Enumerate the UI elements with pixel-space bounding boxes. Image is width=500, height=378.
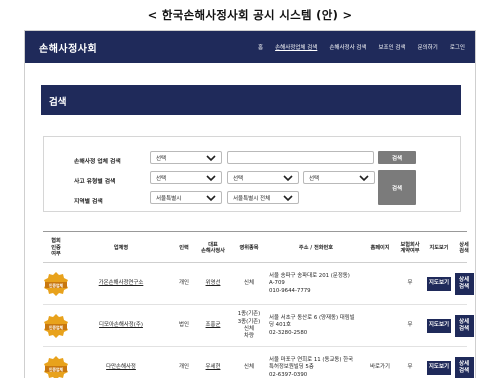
representative-link[interactable]: 조홍균 — [206, 322, 221, 329]
table-row: 인증업체 디모아손해사정(주) 법인 조홍균 1종(기존) 3종(기존) 신체 … — [43, 305, 474, 347]
badge-text: 인증업체 — [49, 325, 63, 330]
region-select-2[interactable]: 서울특별시 전체 — [227, 191, 299, 204]
select-value: 선택 — [309, 175, 320, 182]
chevron-down-icon — [206, 174, 216, 181]
browser-frame: 손해사정사회 홈 손해사정업체 검색 손해사정사 검색 보조인 검색 문의하기 … — [24, 30, 476, 378]
select-value: 서울특별시 — [156, 195, 182, 202]
representative-link[interactable]: 위영선 — [206, 280, 221, 287]
select-value: 서울특별시 전체 — [233, 195, 271, 202]
select-value: 선택 — [156, 175, 167, 182]
company-search-select[interactable]: 선택 — [150, 151, 222, 164]
detail-button[interactable]: 상세 검색 — [454, 315, 474, 337]
chevron-down-icon — [359, 174, 369, 181]
nav-contact[interactable]: 문의하기 — [418, 43, 438, 51]
col-staff: 인력 — [179, 244, 189, 251]
top-navbar: 손해사정사회 홈 손해사정업체 검색 손해사정사 검색 보조인 검색 문의하기 … — [25, 31, 475, 63]
accident-type-select-2[interactable]: 선택 — [227, 171, 299, 184]
homepage-cell[interactable] — [365, 263, 395, 305]
col-contract: 보험회사 계약여부 — [400, 241, 420, 255]
address-cell: 서울 송파구 송파대로 201 (문정동) A-709 010-9644-777… — [269, 273, 350, 294]
company-name-link[interactable]: 다만손해사정 — [106, 364, 136, 371]
contract-cell: 무 — [407, 280, 413, 287]
company-search-input[interactable] — [227, 151, 374, 164]
address-cell: 서울 마포구 연희로 11 (동교동) 한국 특허정보원빌딩 5층 02-639… — [269, 357, 354, 378]
certified-badge-icon: 인증업체 — [44, 314, 68, 338]
chevron-down-icon — [206, 194, 216, 201]
brand-logo[interactable]: 손해사정사회 — [39, 40, 258, 55]
certified-badge-icon: 인증업체 — [44, 272, 68, 296]
address-cell: 서울 서초구 동산로 6 (양재동) 대림빌 딩 401호 02-3280-25… — [269, 315, 355, 336]
homepage-cell[interactable]: 바로가기 — [365, 347, 395, 378]
main-nav: 홈 손해사정업체 검색 손해사정사 검색 보조인 검색 문의하기 로그인 — [258, 43, 465, 51]
col-scope: 영위종목 — [239, 244, 259, 251]
detail-button[interactable]: 상세 검색 — [454, 357, 474, 378]
homepage-cell[interactable] — [365, 305, 395, 347]
company-name-link[interactable]: 디모아손해사정(주) — [99, 322, 143, 329]
table-row: 인증업체 가온손해사정연구소 개인 위영선 신체 서울 송파구 송파대로 201… — [43, 263, 474, 305]
nav-company-search[interactable]: 손해사정업체 검색 — [275, 43, 317, 51]
results-table: 협회 인증 여부 업체명 인력 대표 손해사정사 영위종목 주소 / 전화번호 … — [43, 231, 474, 378]
accident-type-select-3[interactable]: 선택 — [303, 171, 375, 184]
nav-adjuster-search[interactable]: 손해사정사 검색 — [329, 43, 366, 51]
search-panel: 손해사정 업체 검색 선택 검색 사고 유형별 검색 선택 선택 선택 지역별 … — [43, 136, 461, 212]
region-select-1[interactable]: 서울특별시 — [150, 191, 222, 204]
select-value: 선택 — [156, 155, 167, 162]
staff-cell: 개인 — [179, 280, 189, 287]
contract-cell: 무 — [407, 322, 413, 329]
contract-cell: 무 — [407, 364, 413, 371]
combined-search-button[interactable]: 검색 — [378, 170, 416, 205]
certified-badge-icon: 인증업체 — [44, 356, 68, 378]
col-company: 업체명 — [113, 244, 129, 251]
page-title: < 한국손해사정사회 공시 시스템 (안) > — [147, 8, 353, 22]
representative-link[interactable]: 우세현 — [206, 364, 221, 371]
col-address: 주소 / 전화번호 — [298, 244, 334, 251]
badge-text: 인증업체 — [49, 283, 63, 288]
badge-text: 인증업체 — [49, 367, 63, 372]
map-button[interactable]: 지도보기 — [427, 277, 451, 291]
col-representative: 대표 손해사정사 — [201, 241, 225, 255]
detail-button[interactable]: 상세 검색 — [454, 273, 474, 295]
map-button[interactable]: 지도보기 — [427, 361, 451, 375]
staff-cell: 개인 — [179, 364, 189, 371]
col-detail: 상세 검색 — [459, 241, 469, 255]
hero-title: 검색 — [49, 97, 67, 108]
chevron-down-icon — [283, 194, 293, 201]
company-name-link[interactable]: 가온손해사정연구소 — [99, 280, 144, 287]
scope-cell: 신체 — [244, 364, 254, 371]
nav-login[interactable]: 로그인 — [450, 43, 465, 51]
nav-home[interactable]: 홈 — [258, 43, 263, 51]
chevron-down-icon — [206, 154, 216, 161]
table-header: 협회 인증 여부 업체명 인력 대표 손해사정사 영위종목 주소 / 전화번호 … — [43, 231, 469, 263]
select-value: 선택 — [233, 175, 244, 182]
certified-cell: 인증업체 — [43, 305, 69, 347]
table-row: 인증업체 다만손해사정 개인 우세현 신체 서울 마포구 연희로 11 (동교동… — [43, 347, 474, 378]
nav-assistant-search[interactable]: 보조인 검색 — [379, 43, 406, 51]
map-button[interactable]: 지도보기 — [427, 319, 451, 333]
hero-banner: 검색 — [41, 85, 461, 115]
company-search-button[interactable]: 검색 — [378, 151, 416, 164]
staff-cell: 법인 — [179, 322, 189, 329]
scope-cell: 1종(기존) 3종(기존) 신체 차량 — [237, 311, 261, 340]
col-map: 지도보기 — [429, 244, 449, 251]
chevron-down-icon — [283, 174, 293, 181]
scope-cell: 신체 — [244, 280, 254, 287]
certified-cell: 인증업체 — [43, 263, 69, 305]
accident-type-select-1[interactable]: 선택 — [150, 171, 222, 184]
col-certified: 협회 인증 여부 — [51, 238, 61, 258]
col-homepage: 홈페이지 — [370, 244, 390, 251]
certified-cell: 인증업체 — [43, 347, 69, 378]
